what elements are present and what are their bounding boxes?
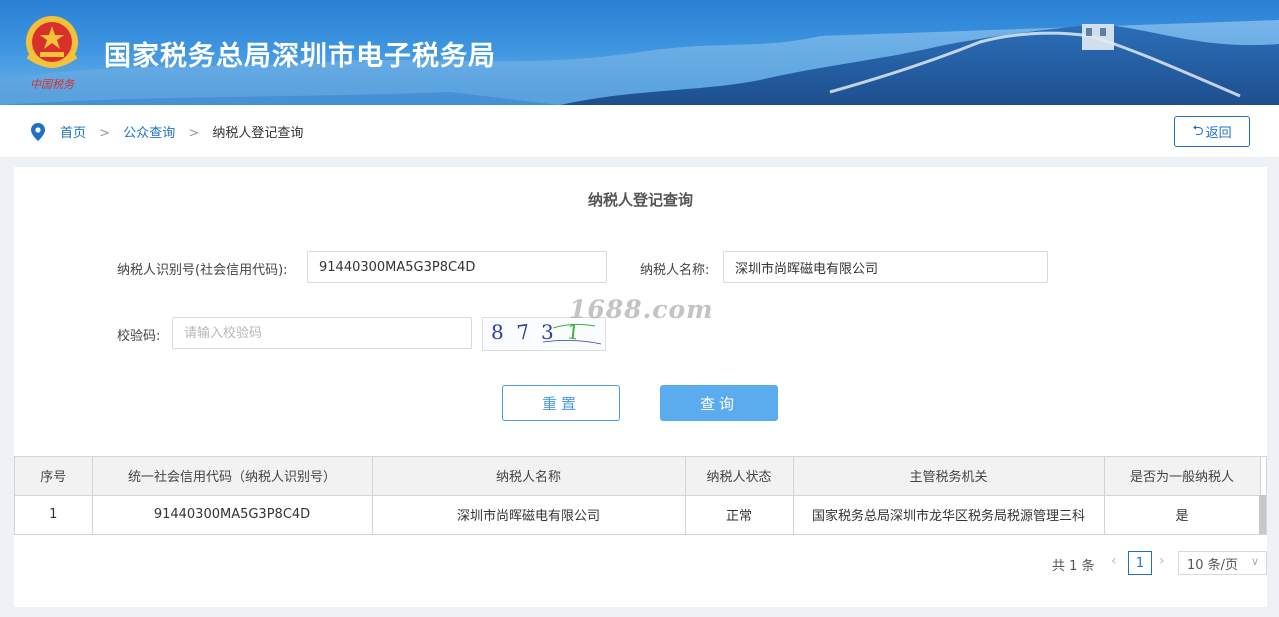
taxpayer-name-label: 纳税人名称: [640, 263, 710, 278]
header-banner: 中国税务 国家税务总局深圳市电子税务局 [0, 0, 1279, 105]
emblem-text: 中国税务 [30, 78, 75, 91]
table-cell: 91440300MA5G3P8C4D [92, 495, 373, 534]
column-header: 纳税人状态 [685, 457, 794, 496]
pager-page-1[interactable]: 1 [1128, 551, 1152, 575]
breadcrumb: 首页 > 公众查询 > 纳税人登记查询 [60, 122, 303, 141]
breadcrumb-current: 纳税人登记查询 [212, 126, 304, 141]
pager-total: 共 1 条 [1052, 559, 1095, 574]
reset-button[interactable]: 重置 [502, 385, 620, 421]
taxpayer-id-input[interactable] [307, 251, 607, 283]
page-size-select[interactable]: 10 条/页 ∨ [1178, 551, 1267, 575]
captcha-label: 校验码: [117, 329, 161, 344]
back-button-label: 返回 [1205, 126, 1232, 141]
breadcrumb-home[interactable]: 首页 [60, 126, 86, 141]
tax-emblem-logo: 中国税务 [22, 12, 82, 92]
column-header: 是否为一般纳税人 [1104, 457, 1261, 496]
table-row[interactable]: 1 91440300MA5G3P8C4D 深圳市尚晖磁电有限公司 正常 国家税务… [15, 495, 1261, 534]
query-button[interactable]: 查询 [660, 385, 778, 421]
column-header: 纳税人名称 [372, 457, 686, 496]
table-header-row: 序号 统一社会信用代码（纳税人识别号） 纳税人名称 纳税人状态 主管税务机关 是… [15, 457, 1261, 496]
breadcrumb-public-query[interactable]: 公众查询 [123, 126, 175, 141]
site-title: 国家税务总局深圳市电子税务局 [104, 41, 496, 72]
page-size-value: 10 条/页 [1187, 557, 1239, 573]
chevron-down-icon: ∨ [1250, 555, 1259, 568]
pager-prev-icon[interactable]: ‹ [1111, 553, 1117, 569]
column-header: 序号 [15, 457, 93, 496]
column-header: 统一社会信用代码（纳税人识别号） [92, 457, 373, 496]
pager-next-icon[interactable]: › [1159, 553, 1165, 569]
breadcrumb-separator: > [188, 126, 200, 141]
table-cell: 是 [1104, 495, 1261, 534]
breadcrumb-bar: 首页 > 公众查询 > 纳税人登记查询 ⮌ 返回 [0, 105, 1279, 157]
table-cell: 深圳市尚晖磁电有限公司 [372, 495, 686, 534]
table-scrollbar[interactable] [1259, 495, 1266, 534]
table-cell: 国家税务总局深圳市龙华区税务局税源管理三科 [793, 495, 1105, 534]
query-card: 纳税人登记查询 纳税人识别号(社会信用代码): 纳税人名称: 校验码: 8 7 … [14, 167, 1267, 607]
watermark-text: 1688.com [569, 295, 714, 324]
results-table: 序号 统一社会信用代码（纳税人识别号） 纳税人名称 纳税人状态 主管税务机关 是… [14, 456, 1267, 535]
column-header: 主管税务机关 [793, 457, 1105, 496]
table-cell: 正常 [685, 495, 794, 534]
back-button[interactable]: ⮌ 返回 [1174, 116, 1250, 147]
taxpayer-id-label: 纳税人识别号(社会信用代码): [117, 263, 288, 278]
breadcrumb-separator: > [99, 126, 111, 141]
taxpayer-name-input[interactable] [723, 251, 1048, 283]
undo-arrow-icon: ⮌ [1192, 122, 1204, 139]
location-pin-icon [31, 123, 45, 141]
form-title: 纳税人登记查询 [587, 191, 693, 209]
table-cell: 1 [15, 495, 93, 534]
captcha-input[interactable] [172, 317, 472, 349]
